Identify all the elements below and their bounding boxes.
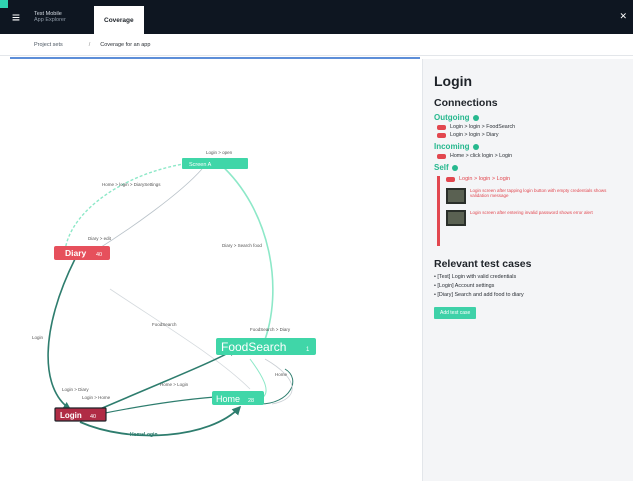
edge-label: Home > login > DiarySettings xyxy=(102,182,161,187)
connection-row: Login > login > Diary xyxy=(437,132,623,138)
add-test-case-button[interactable]: Add test case xyxy=(434,307,477,319)
graph-node-login[interactable]: Login 40 xyxy=(54,407,107,422)
screenshot-thumbnail[interactable] xyxy=(446,188,466,204)
screenshot-caption: Login screen after entering invalid pass… xyxy=(470,210,593,215)
screenshot-caption: Login screen after tapping login button … xyxy=(470,188,607,198)
screenshot-thumbnail[interactable] xyxy=(446,210,466,226)
test-case-item[interactable]: [Test] Login with valid credentials xyxy=(434,274,623,280)
test-cases-section: Relevant test cases [Test] Login with va… xyxy=(434,258,623,319)
info-icon xyxy=(451,164,458,171)
graph-node-screen-a[interactable]: Screen A xyxy=(182,158,248,169)
panel-title: Login xyxy=(434,73,473,89)
screenshot-item[interactable]: Login screen after entering invalid pass… xyxy=(446,210,623,226)
edge-label: Diary > edit xyxy=(88,236,112,241)
edge-label: Home xyxy=(275,372,288,377)
info-icon xyxy=(472,143,479,150)
test-case-item[interactable]: [Diary] Search and add food to diary xyxy=(434,292,623,298)
self-heading: Self xyxy=(434,163,623,172)
breadcrumb-item-project-sets[interactable]: Project sets xyxy=(34,42,63,48)
screenshot-item[interactable]: Login screen after tapping login button … xyxy=(446,188,623,204)
outgoing-heading: Outgoing xyxy=(434,113,623,122)
node-label: Login xyxy=(60,411,82,420)
edge-label: FoodSearch > Diary xyxy=(250,327,291,332)
app-brand: Test Mobile App Explorer xyxy=(32,0,94,34)
node-label: Screen A xyxy=(189,162,212,168)
connection-row: Login > login > FoodSearch xyxy=(437,124,623,130)
edge-label: Home > Login xyxy=(160,382,189,387)
edge-label: Login > Diary xyxy=(62,387,89,392)
graph-edge[interactable] xyxy=(219,163,274,346)
graph-edge[interactable] xyxy=(64,161,199,252)
graph-node-diary[interactable]: Diary 40 xyxy=(54,246,110,260)
connection-text: Home > click login > Login xyxy=(450,153,513,159)
breadcrumb-separator: / xyxy=(88,41,91,48)
coverage-graph[interactable]: Login > open Home > login > DiarySetting… xyxy=(10,59,421,481)
remove-icon[interactable] xyxy=(437,124,446,130)
connection-text: Login > login > Diary xyxy=(450,132,499,138)
remove-icon[interactable] xyxy=(446,176,455,182)
breadcrumb-item-current: Coverage for an app xyxy=(100,41,151,48)
brand-line-2: App Explorer xyxy=(34,17,66,23)
remove-icon[interactable] xyxy=(437,153,446,159)
connections-heading: Connections xyxy=(434,97,498,109)
edge-label: Login > open xyxy=(206,150,233,155)
test-cases-heading: Relevant test cases xyxy=(434,258,532,270)
node-label: FoodSearch xyxy=(221,340,286,354)
details-panel: Login Connections Outgoing Login > login… xyxy=(422,59,633,481)
node-label: Home xyxy=(216,394,240,404)
outgoing-label: Outgoing xyxy=(434,113,470,122)
graph-edge[interactable] xyxy=(99,396,216,415)
self-connection-block: Login > login > Login Login screen after… xyxy=(437,176,623,246)
incoming-label: Incoming xyxy=(434,142,470,151)
edge-label: Diary > Search food xyxy=(222,243,262,248)
node-badge: 40 xyxy=(90,414,96,420)
graph-edge[interactable] xyxy=(264,358,293,405)
node-badge: 28 xyxy=(248,398,254,404)
breadcrumb: Project sets / Coverage for an app xyxy=(0,34,633,56)
connection-row: Home > click login > Login xyxy=(437,153,623,159)
connection-text: Login > login > FoodSearch xyxy=(450,124,516,130)
accent-corner xyxy=(0,0,8,8)
info-icon xyxy=(472,114,479,121)
self-connection-text: Login > login > Login xyxy=(459,176,511,182)
node-badge: 40 xyxy=(96,252,102,258)
graph-node-foodsearch[interactable]: FoodSearch 1 xyxy=(216,338,316,355)
graph-node-home[interactable]: Home 28 xyxy=(212,391,264,405)
test-case-list: [Test] Login with valid credentials [Log… xyxy=(434,274,623,298)
self-connection-row: Login > login > Login xyxy=(446,176,623,182)
node-label: Diary xyxy=(65,248,87,258)
edge-label: FoodSearch xyxy=(152,322,177,327)
edge-label: HomeLogin xyxy=(130,432,158,438)
edge-label: Login > Home xyxy=(82,395,111,400)
incoming-heading: Incoming xyxy=(434,142,623,151)
tab-coverage[interactable]: Coverage xyxy=(94,6,144,34)
top-bar: ≡ Test Mobile App Explorer Coverage ✕ xyxy=(0,0,633,34)
remove-icon[interactable] xyxy=(437,132,446,138)
edge-label: Login xyxy=(32,335,44,340)
close-icon[interactable]: ✕ xyxy=(619,11,627,22)
self-label: Self xyxy=(434,163,449,172)
test-case-item[interactable]: [Login] Account settings xyxy=(434,283,623,289)
